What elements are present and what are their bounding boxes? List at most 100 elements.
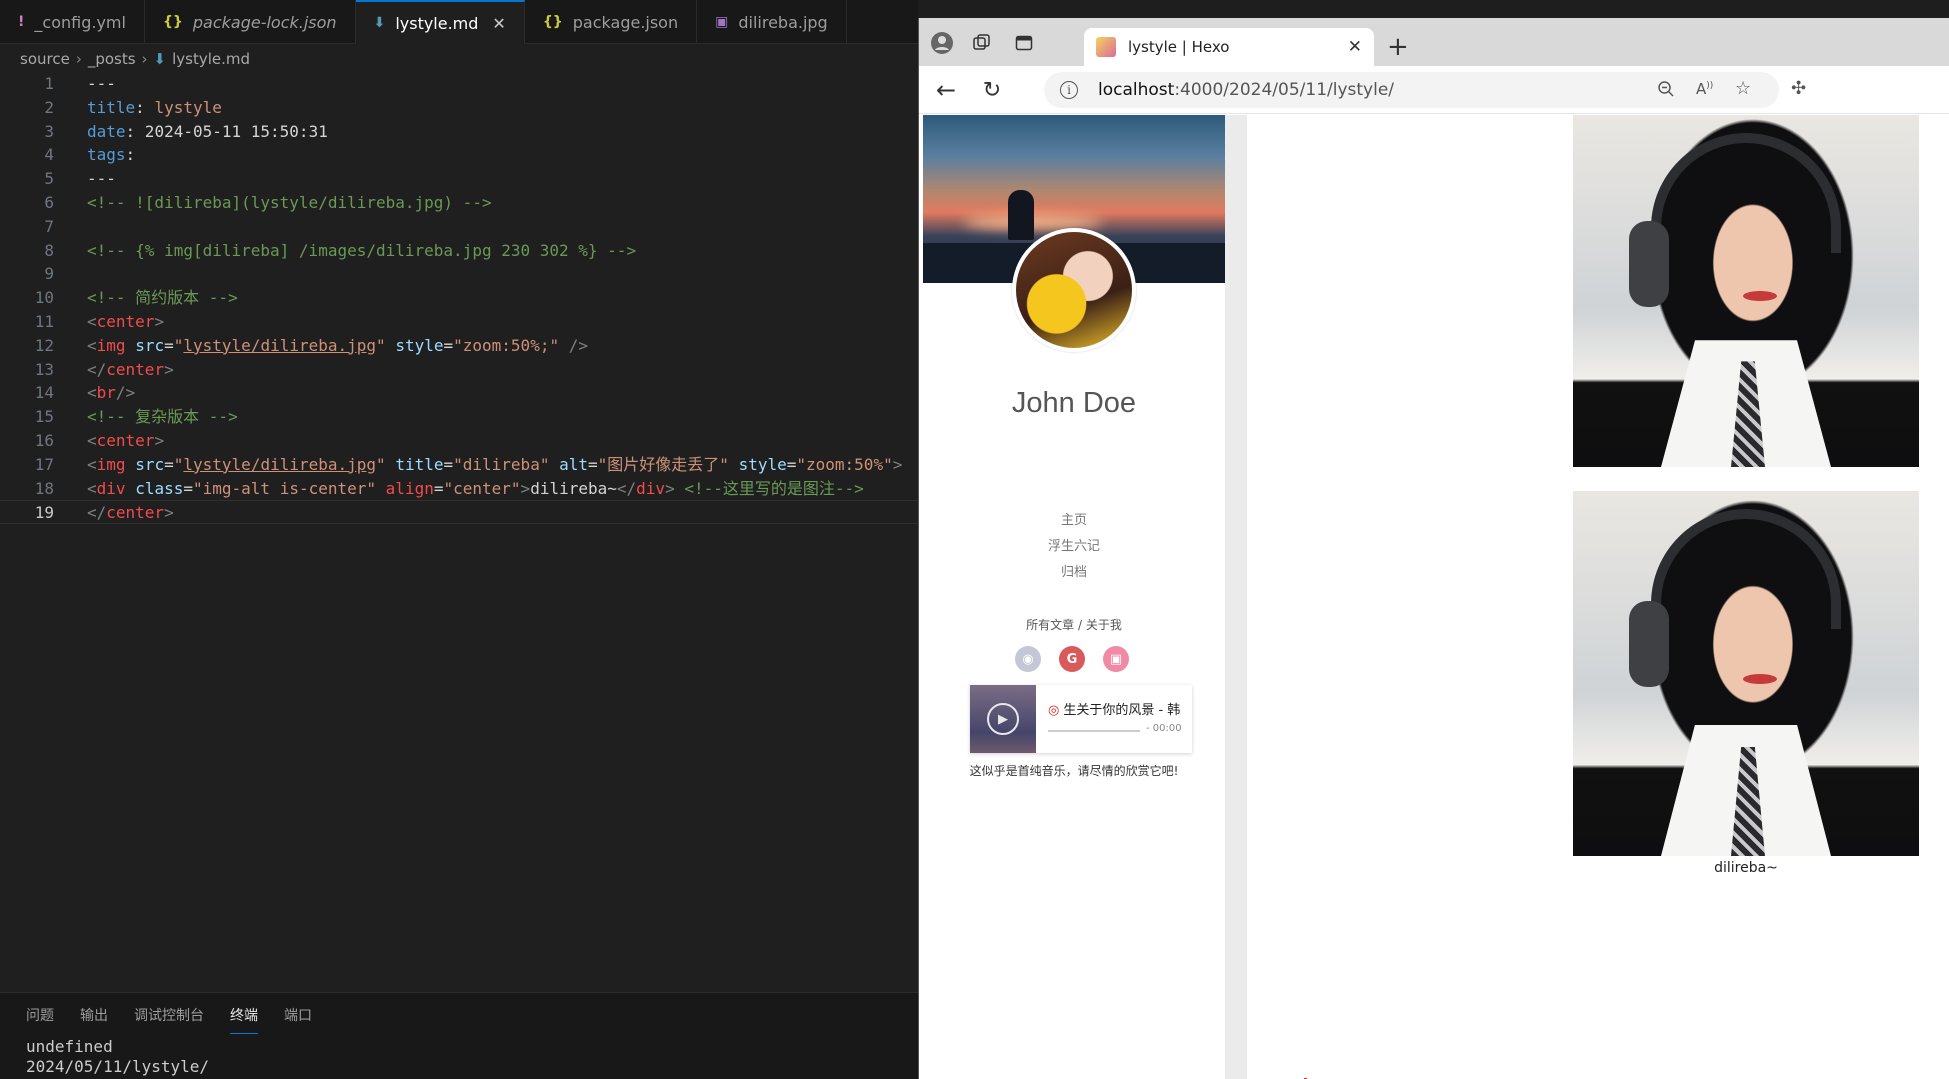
panel-tabs: 问题 输出 调试控制台 终端 端口 <box>0 993 918 1037</box>
info-icon[interactable]: i <box>1060 81 1078 99</box>
favorite-icon[interactable]: ☆ <box>1735 78 1751 99</box>
breadcrumb-source[interactable]: source <box>20 50 70 68</box>
code-area[interactable]: 1 --- 2 title: lystyle 3 date: 2024-05-11 15:… <box>0 72 918 525</box>
code-line[interactable]: 7 <box>0 215 918 239</box>
code-line[interactable]: 5 --- <box>0 167 918 191</box>
line-number: 9 <box>44 264 54 284</box>
bilibili-icon[interactable]: ▣ <box>1103 646 1129 672</box>
file-type-icon: ! <box>18 14 25 30</box>
refresh-icon[interactable]: ↻ <box>977 75 1007 105</box>
back-icon[interactable]: ← <box>931 75 961 105</box>
code-line[interactable]: 18 <div class="img-alt is-center" align="… <box>0 477 918 501</box>
panel-tab[interactable]: 端口 <box>284 997 312 1033</box>
post-image-complex[interactable] <box>1573 491 1919 856</box>
line-text: --- <box>87 169 116 189</box>
close-tab-icon[interactable]: ✕ <box>1348 37 1362 57</box>
line-text: <center> <box>87 311 165 331</box>
editor-tab-bar: ! _config.yml {} package-lock.json ⬇ lystyle.… <box>0 0 918 44</box>
close-tab-icon[interactable]: ✕ <box>492 14 505 33</box>
zoom-icon[interactable] <box>1657 80 1675 102</box>
url-path: :4000/2024/05/11/lystyle/ <box>1174 80 1395 100</box>
play-icon[interactable]: ▶ <box>987 703 1019 735</box>
browser-tab-strip: lystyle | Hexo ✕ + <box>919 18 1949 66</box>
collections-icon[interactable] <box>967 28 997 58</box>
secondary-links[interactable]: 所有文章 / 关于我 <box>923 616 1225 633</box>
file-type-icon: {} <box>162 14 183 30</box>
line-number: 15 <box>34 407 54 427</box>
terminal-output[interactable]: undefined 2024/05/11/lystyle/ <box>0 1037 918 1077</box>
profile-icon[interactable] <box>927 28 957 58</box>
panel-tab[interactable]: 终端 <box>230 997 258 1034</box>
read-aloud-icon[interactable]: A)) <box>1696 80 1713 98</box>
editor-tab[interactable]: {} package.json <box>525 0 698 44</box>
chevron-right-icon: › <box>75 50 82 68</box>
code-line[interactable]: 10 <!-- 简约版本 --> <box>0 286 918 310</box>
music-caption: 这似乎是首纯音乐，请尽情的欣赏它吧! <box>969 764 1179 778</box>
tab-actions-icon[interactable] <box>1009 28 1039 58</box>
code-line[interactable]: 19 </center> <box>0 500 918 525</box>
breadcrumb-file[interactable]: lystyle.md <box>172 50 250 68</box>
nav-journal-link[interactable]: 浮生六记 <box>923 535 1225 554</box>
code-line[interactable]: 3 date: 2024-05-11 15:50:31 <box>0 120 918 144</box>
editor-tab-label: dilireba.jpg <box>738 12 828 32</box>
editor-tab[interactable]: ⬇ lystyle.md ✕ <box>355 0 525 44</box>
editor-tab-label: _config.yml <box>34 12 126 32</box>
line-number: 1 <box>44 74 54 93</box>
gitee-icon[interactable]: G <box>1059 646 1085 672</box>
netease-icon: ◎ <box>1048 703 1060 718</box>
line-text: <!-- 复杂版本 --> <box>87 407 238 427</box>
file-type-icon: {} <box>542 14 563 30</box>
editor-tab[interactable]: ! _config.yml <box>0 0 145 44</box>
line-number: 3 <box>44 121 54 141</box>
code-line[interactable]: 13 </center> <box>0 358 918 382</box>
editor-tab[interactable]: ▣ dilireba.jpg <box>697 0 847 44</box>
code-line[interactable]: 6 <!-- ![dilireba](lystyle/dilireba.jpg) … <box>0 191 918 215</box>
bottom-panel: 问题 输出 调试控制台 终端 端口 undefined 2024/05/11/lysty… <box>0 992 918 1079</box>
line-text: <div class="img-alt is-center" align="ce… <box>87 478 864 498</box>
line-number: 12 <box>34 335 54 355</box>
song-title: ◎ 生关于你的风景 - 韩 <box>1048 703 1181 718</box>
blog-page: John Doe 主页 浮生六记 归档 所有文章 / 关于我 ◉ G ▣ ▶ ◎… <box>923 115 1946 1079</box>
blog-sidebar: John Doe 主页 浮生六记 归档 所有文章 / 关于我 ◉ G ▣ ▶ ◎… <box>923 115 1225 1079</box>
url-host: localhost <box>1098 80 1175 100</box>
new-tab-icon[interactable]: + <box>1387 32 1409 62</box>
post-image-simple[interactable] <box>1573 115 1919 467</box>
code-line[interactable]: 15 <!-- 复杂版本 --> <box>0 405 918 429</box>
code-line[interactable]: 14 <br/> <box>0 381 918 405</box>
line-number: 19 <box>34 503 54 523</box>
panel-tab[interactable]: 问题 <box>26 997 54 1033</box>
panel-tab[interactable]: 输出 <box>80 997 108 1033</box>
progress-bar[interactable] <box>1048 730 1140 732</box>
line-number: 2 <box>44 97 54 117</box>
author-avatar[interactable] <box>1012 228 1136 352</box>
code-line[interactable]: 16 <center> <box>0 429 918 453</box>
code-line[interactable]: 9 <box>0 262 918 286</box>
editor-tab-label: package.json <box>572 12 679 32</box>
code-line[interactable]: 8 <!-- {% img[dilireba] /images/dilireba.… <box>0 239 918 263</box>
address-bar-row: ← ↻ i localhost :4000/2024/05/11/lystyle… <box>919 66 1949 114</box>
panel-tab[interactable]: 调试控制台 <box>134 997 204 1033</box>
line-text: </center> <box>87 359 174 379</box>
social-links: ◉ G ▣ <box>1015 646 1147 672</box>
github-icon[interactable]: ◉ <box>1015 646 1041 672</box>
line-number: 14 <box>34 383 54 403</box>
code-line[interactable]: 11 <center> <box>0 310 918 334</box>
browser-tab-active[interactable]: lystyle | Hexo ✕ <box>1084 28 1374 66</box>
line-number: 17 <box>34 454 54 474</box>
line-text: date: 2024-05-11 15:50:31 <box>87 121 328 141</box>
extensions-icon[interactable]: ✣ <box>1791 78 1806 99</box>
line-text: <!-- 简约版本 --> <box>87 288 238 308</box>
line-text: <img src="lystyle/dilireba.jpg" style="z… <box>87 335 588 355</box>
code-line[interactable]: 12 <img src="lystyle/dilireba.jpg" style=… <box>0 334 918 358</box>
editor-tab-label: lystyle.md <box>395 13 479 33</box>
editor-tab[interactable]: {} package-lock.json <box>145 0 356 44</box>
code-line[interactable]: 2 title: lystyle <box>0 96 918 120</box>
code-line[interactable]: 17 <img src="lystyle/dilireba.jpg" title=… <box>0 453 918 477</box>
code-line[interactable]: 4 tags: <box>0 143 918 167</box>
code-line[interactable]: 1 --- <box>0 72 918 96</box>
nav-home-link[interactable]: 主页 <box>923 509 1225 528</box>
browser-tab-title: lystyle | Hexo <box>1128 38 1230 56</box>
breadcrumb-posts[interactable]: _posts <box>88 50 136 68</box>
markdown-file-icon: ⬇ <box>153 50 167 68</box>
nav-archive-link[interactable]: 归档 <box>923 561 1225 580</box>
